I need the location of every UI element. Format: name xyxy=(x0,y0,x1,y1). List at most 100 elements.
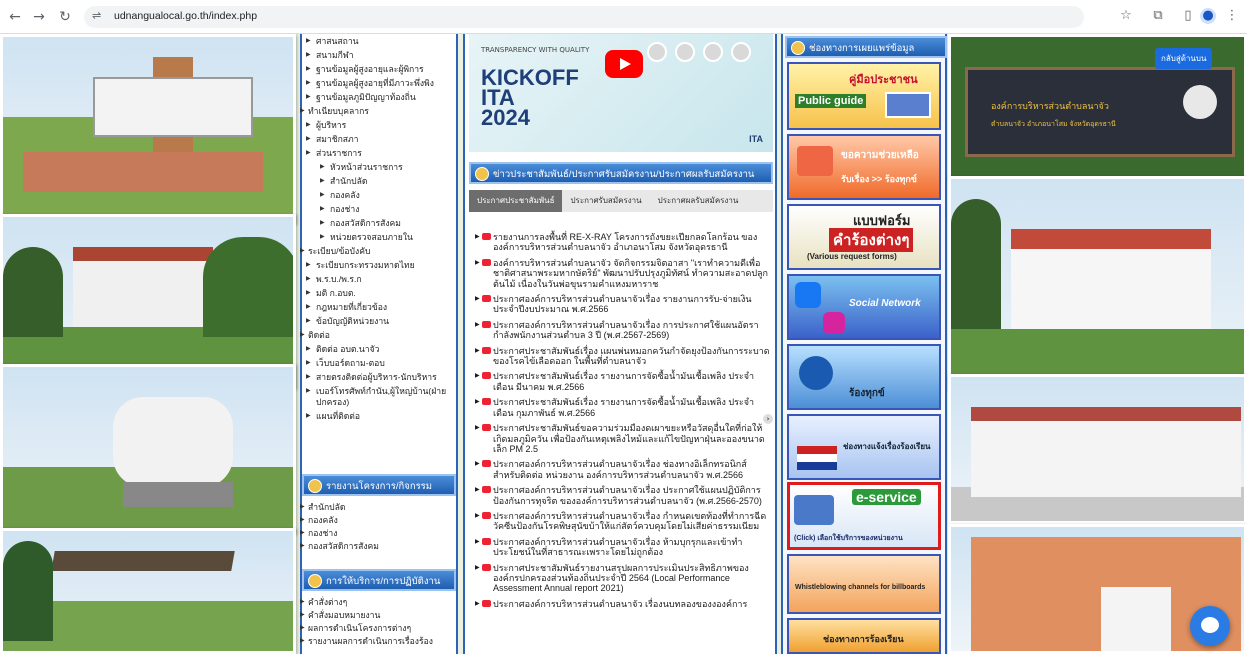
new-badge-icon xyxy=(482,424,491,432)
banner-help-request[interactable]: ขอความช่วยเหลือ รับเรื่อง >> ร้องทุกข์ xyxy=(787,134,941,200)
banner-report-channel[interactable]: ช่องทางแจ้งเรื่องร้องเรียน xyxy=(787,414,941,480)
banner-social-network[interactable]: Social Network xyxy=(787,274,941,340)
services-box-title: การให้บริการ/การปฏิบัติงาน xyxy=(326,576,441,587)
news-item[interactable]: ประกาศองค์การบริหารส่วนตำบลนาจัวเรื่อง ร… xyxy=(473,294,773,315)
nav-item[interactable]: หัวหน้าส่วนราชการ xyxy=(302,162,456,173)
banner-public-guide[interactable]: คู่มือประชาชน Public guide xyxy=(787,62,941,130)
nav-item[interactable]: ติดต่อ xyxy=(300,330,456,341)
nav-item[interactable]: กองสวัสดิการสังคม xyxy=(302,218,456,229)
news-item[interactable]: ประกาศองค์การบริหารส่วนตำบลนาจัวเรื่อง ป… xyxy=(473,485,773,506)
back-arrow-icon[interactable]: ← xyxy=(6,8,24,26)
site-info-icon[interactable]: ⇌ xyxy=(92,9,101,22)
nav-item[interactable]: กองคลัง xyxy=(302,190,456,201)
kickoff-ita-banner[interactable]: TRANSPARENCY WITH QUALITY KICKOFF ITA 20… xyxy=(469,34,773,152)
photo-office-side xyxy=(948,374,1247,524)
nav-item[interactable]: ทำเนียบบุคลากร xyxy=(300,106,456,117)
nav-item[interactable]: รายงานผลการดำเนินการเรื่องร้อง xyxy=(300,636,456,647)
new-badge-icon xyxy=(482,258,491,266)
news-item[interactable]: ประกาศองค์การบริหารส่วนตำบลนาจัวเรื่อง ก… xyxy=(473,511,773,532)
photo-building xyxy=(0,214,296,389)
facebook-icon xyxy=(795,282,821,308)
banner-complaints[interactable]: ร้องทุกข์ xyxy=(787,344,941,410)
sidebar-icon[interactable]: ▯ xyxy=(1180,8,1196,24)
nav-item[interactable]: กฎหมายที่เกี่ยวข้อง xyxy=(302,302,456,313)
new-badge-icon xyxy=(482,398,491,406)
tab-job-applications[interactable]: ประกาศรับสมัครงาน xyxy=(562,190,649,212)
nav-item[interactable]: ศาสนสถาน xyxy=(302,36,456,47)
help-request-subtitle: รับเรื่อง >> ร้องทุกข์ xyxy=(841,174,917,184)
nav-item[interactable]: ติดต่อ อบต.นาจัว xyxy=(302,344,456,355)
nav-item[interactable]: หน่วยตรวจสอบภายใน xyxy=(302,232,456,243)
news-item[interactable]: ประกาศองค์การบริหารส่วนตำบลนาจัว เรื่องน… xyxy=(473,599,773,610)
nav-item[interactable]: สายตรงติดต่อผู้บริหาร-นักบริหาร xyxy=(302,372,456,383)
news-item[interactable]: องค์การบริหารส่วนตำบลนาจัว จัดกิจกรรมจิต… xyxy=(473,258,773,289)
news-item-text: ประกาศองค์การบริหารส่วนตำบลนาจัวเรื่อง ช… xyxy=(493,459,747,480)
banner-request-forms[interactable]: แบบฟอร์ม คำร้องต่างๆ (Various request fo… xyxy=(787,204,941,270)
nav-item[interactable]: ผลการดำเนินโครงการต่างๆ xyxy=(300,623,456,634)
nav-item[interactable]: เบอร์โทรศัพท์กำนัน,ผู้ใหญ่บ้าน(ฝ่ายปกครอ… xyxy=(302,386,456,408)
news-item-text: ประกาศประชาสัมพันธ์เรื่อง แผนพ่นหมอกควัน… xyxy=(493,345,770,367)
social-network-title: Social Network xyxy=(849,298,921,309)
youtube-play-icon[interactable] xyxy=(605,50,643,78)
speaker-avatar xyxy=(703,42,723,62)
nav-item[interactable]: ระเบียบ/ข้อบังคับ xyxy=(300,246,456,257)
nav-item[interactable]: ฐานข้อมูลผู้สูงอายุที่มีภาวะพึ่งพิง xyxy=(302,78,456,89)
channel-icon xyxy=(791,41,805,55)
nav-item[interactable]: คำสั่งต่างๆ xyxy=(300,597,456,608)
photo-pavilion xyxy=(0,528,296,654)
new-badge-icon xyxy=(482,295,491,303)
nav-item[interactable]: ระเบียบกระทรวงมหาดไทย xyxy=(302,260,456,271)
tab-job-results[interactable]: ประกาศผลรับสมัครงาน xyxy=(650,190,747,212)
nav-item[interactable]: สำนักปลัด xyxy=(302,176,456,187)
news-item[interactable]: ประกาศองค์การบริหารส่วนตำบลนาจัวเรื่อง ก… xyxy=(473,320,773,341)
profile-avatar-icon[interactable]: ● xyxy=(1200,8,1216,24)
nav-item[interactable]: ส่วนราชการ xyxy=(302,148,456,159)
nav-item[interactable]: คำสั่งมอบหมายงาน xyxy=(300,610,456,621)
bookmark-star-icon[interactable]: ☆ xyxy=(1118,8,1134,24)
news-box-header: ข่าวประชาสัมพันธ์/ประกาศรับสมัครงาน/ประก… xyxy=(469,162,773,184)
new-badge-icon xyxy=(482,599,491,607)
banner-e-service[interactable]: e-service (Click) เลือกใช้บริการของหน่วย… xyxy=(787,482,941,550)
nav-item[interactable]: กองช่าง xyxy=(300,528,456,539)
banner-whistleblowing[interactable]: Whistleblowing channels for billboards xyxy=(787,554,941,614)
banner-channels-bottom[interactable]: ช่องทางการร้องเรียน xyxy=(787,618,941,654)
nav-item[interactable]: เว็บบอร์ดถาม-ตอบ xyxy=(302,358,456,369)
office-sign-line2: ตำบลนาจัว อำเภอนาโสม จังหวัดอุดรธานี xyxy=(991,121,1116,128)
nav-item[interactable]: แผนที่ติดต่อ xyxy=(302,411,456,422)
news-item[interactable]: ประกาศองค์การบริหารส่วนตำบลนาจัวเรื่อง ช… xyxy=(473,459,773,480)
banner-year: 2024 xyxy=(481,105,530,130)
address-bar[interactable]: ⇌ udnangualocal.go.th/index.php xyxy=(84,6,1084,28)
nav-item[interactable]: พ.ร.บ./พ.ร.ก xyxy=(302,274,456,285)
scroll-right-icon[interactable]: › xyxy=(763,414,773,424)
news-box-title: ข่าวประชาสัมพันธ์/ประกาศรับสมัครงาน/ประก… xyxy=(493,169,755,180)
nav-item[interactable]: สมาชิกสภา xyxy=(302,134,456,145)
reload-icon[interactable]: ↻ xyxy=(56,8,74,26)
menu-dots-icon[interactable]: ⋮ xyxy=(1224,8,1240,24)
news-item-text: รายงานการลงพื้นที่ RE-X-RAY โครงการถังขย… xyxy=(493,232,758,253)
new-badge-icon xyxy=(482,460,491,468)
nav-item[interactable]: กองสวัสดิการสังคม xyxy=(300,541,456,552)
messenger-chat-icon[interactable] xyxy=(1190,606,1230,646)
nav-item[interactable]: สำนักปลัด xyxy=(300,502,456,513)
forward-arrow-icon[interactable]: → xyxy=(30,8,48,26)
news-item[interactable]: ประกาศประชาสัมพันธ์เรื่อง แผนพ่นหมอกควัน… xyxy=(473,346,773,367)
book-icon xyxy=(885,92,931,118)
nav-item[interactable]: มติ ก.อบต. xyxy=(302,288,456,299)
nav-item[interactable]: กองช่าง xyxy=(302,204,456,215)
nav-item[interactable]: ฐานข้อมูลผู้สูงอายุและผู้พิการ xyxy=(302,64,456,75)
news-item[interactable]: ประกาศประชาสัมพันธ์เรื่อง รายงานการจัดซื… xyxy=(473,371,773,392)
nav-item[interactable]: ผู้บริหาร xyxy=(302,120,456,131)
back-to-top-button[interactable]: กลับสู่ด้านบน xyxy=(1155,48,1213,69)
news-item[interactable]: ประกาศประชาสัมพันธ์ขอความร่วมมืองดเผาขยะ… xyxy=(473,423,773,454)
news-item[interactable]: ประกาศประชาสัมพันธ์เรื่อง รายงานการจัดซื… xyxy=(473,397,773,418)
nav-item[interactable]: กองคลัง xyxy=(300,515,456,526)
tab-announcements[interactable]: ประกาศประชาสัมพันธ์ xyxy=(469,190,563,212)
new-badge-icon xyxy=(482,233,491,240)
news-item[interactable]: รายงานการลงพื้นที่ RE-X-RAY โครงการถังขย… xyxy=(473,232,773,253)
news-item[interactable]: ประกาศประชาสัมพันธ์รายงานสรุปผลการประเมิ… xyxy=(473,563,773,594)
extensions-icon[interactable]: ⧉ xyxy=(1150,8,1166,24)
nav-item[interactable]: สนามกีฬา xyxy=(302,50,456,61)
news-item[interactable]: ประกาศองค์การบริหารส่วนตำบลนาจัวเรื่อง ห… xyxy=(473,537,773,558)
nav-item[interactable]: ฐานข้อมูลภูมิปัญญาท้องถิ่น xyxy=(302,92,456,103)
nav-item[interactable]: ข้อบัญญัติหน่วยงาน xyxy=(302,316,456,327)
